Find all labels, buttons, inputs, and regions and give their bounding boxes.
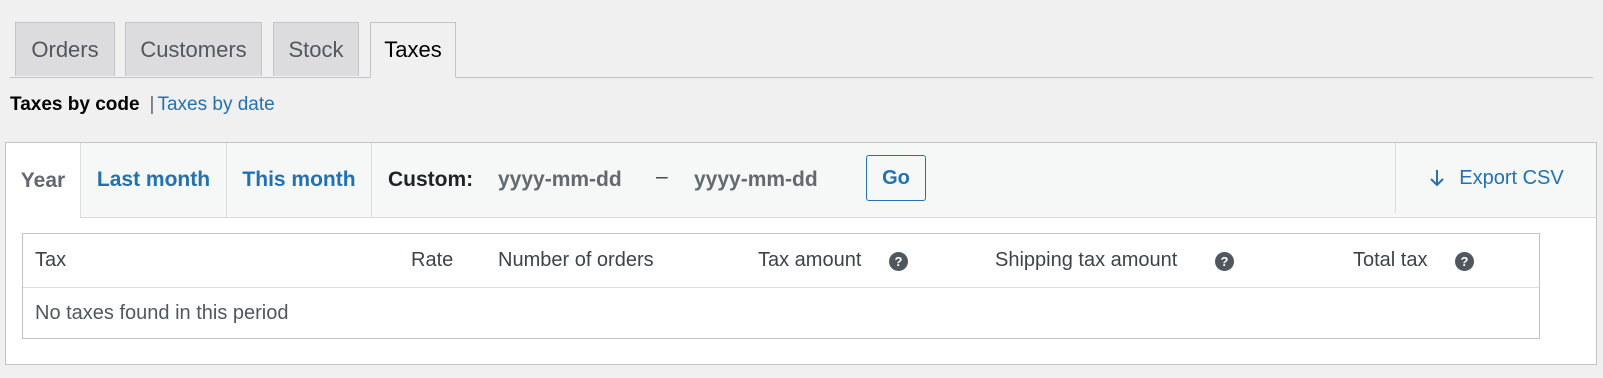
question-mark-icon[interactable]: ? (1455, 252, 1474, 271)
custom-range-label: Custom: (388, 168, 474, 191)
column-header-tax-amount: Tax amount (758, 249, 862, 271)
tab-stock[interactable]: Stock (273, 22, 359, 76)
column-header-shipping-tax-amount: Shipping tax amount (995, 249, 1178, 271)
tab-orders[interactable]: Orders (15, 22, 115, 76)
report-subnav: Taxes by code | Taxes by date (10, 94, 275, 116)
empty-table-message: No taxes found in this period (35, 302, 289, 324)
export-csv-label: Export CSV (1459, 166, 1564, 189)
subnav-taxes-by-code[interactable]: Taxes by code (10, 94, 140, 115)
taxes-table: Tax Rate Number of orders Tax amount ? S… (22, 233, 1540, 339)
column-header-tax: Tax (35, 249, 67, 271)
subnav-taxes-by-date[interactable]: Taxes by date (157, 94, 274, 115)
end-date-input[interactable] (694, 165, 844, 195)
arrow-down-icon (1430, 170, 1444, 187)
export-csv-button[interactable]: Export CSV (1395, 143, 1597, 213)
column-header-total-tax: Total tax (1353, 249, 1428, 271)
date-range-dash: – (656, 165, 668, 188)
date-range-bar: Year Last month This month Custom: – Go … (6, 143, 1596, 218)
column-header-number-of-orders: Number of orders (498, 249, 654, 271)
question-mark-icon[interactable]: ? (889, 252, 908, 271)
tab-taxes[interactable]: Taxes (370, 22, 456, 78)
custom-range-label-wrap: Custom: (388, 143, 473, 217)
report-tabs: Orders Customers Stock Taxes (10, 22, 1593, 78)
subnav-separator: | (149, 94, 155, 115)
range-tab-this-month[interactable]: This month (227, 143, 372, 217)
tab-customers[interactable]: Customers (125, 22, 262, 76)
question-mark-icon[interactable]: ? (1215, 252, 1234, 271)
go-button[interactable]: Go (866, 155, 926, 201)
column-header-rate: Rate (411, 249, 454, 271)
range-tab-year[interactable]: Year (6, 143, 81, 218)
start-date-input[interactable] (498, 165, 648, 195)
table-header: Tax Rate Number of orders Tax amount ? S… (23, 234, 1539, 288)
tax-report-panel: Year Last month This month Custom: – Go … (5, 142, 1597, 365)
range-tab-last-month[interactable]: Last month (81, 143, 227, 217)
